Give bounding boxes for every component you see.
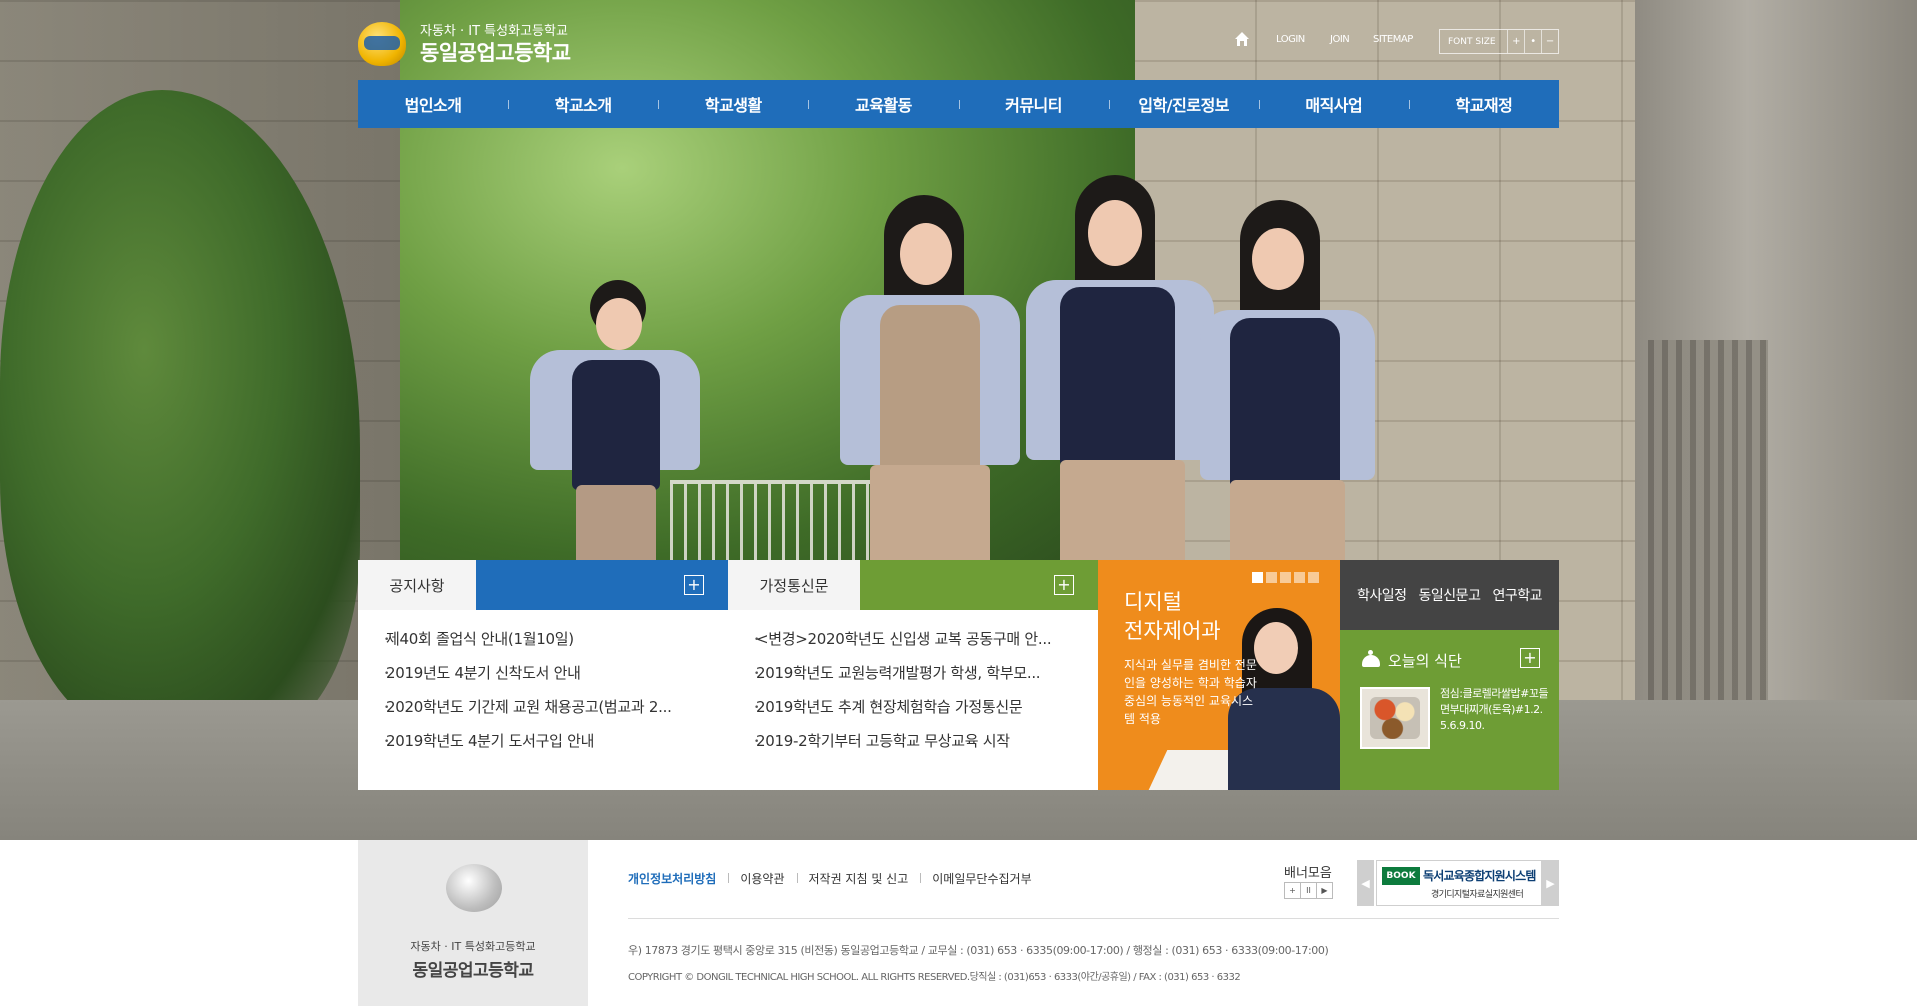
nav-item-school[interactable]: 학교소개 <box>508 80 658 128</box>
footer-divider <box>628 918 1559 919</box>
font-size-label: FONT SIZE <box>1448 36 1496 47</box>
board-list-area: •제40회 졸업식 안내(1월10일) •2019년도 4분기 신착도서 안내 … <box>358 610 1098 790</box>
notice-list: •제40회 졸업식 안내(1월10일) •2019년도 4분기 신착도서 안내 … <box>358 628 698 764</box>
department-promo-banner[interactable]: 디지털 전자제어과 지식과 실무를 겸비한 전문인을 양성하는 학과 학습자 중… <box>1098 560 1340 790</box>
list-item[interactable]: •2019학년도 교원능력개발평가 학생, 학부모... <box>728 662 1068 696</box>
list-item[interactable]: •<변경>2020학년도 신입생 교복 공동구매 안... <box>728 628 1068 662</box>
nav-item-finance[interactable]: 학교재정 <box>1408 80 1559 128</box>
font-size-control: FONT SIZE + • − <box>1439 29 1559 54</box>
quick-tabs: 학사일정 동일신문고 연구학교 <box>1340 560 1559 630</box>
banner-subtitle: 경기디지털자료실지원센터 <box>1431 890 1524 900</box>
footer-emblem-icon <box>446 864 502 912</box>
list-item[interactable]: •제40회 졸업식 안내(1월10일) <box>358 628 698 662</box>
footer-logo-subtitle: 자동차 · IT 특성화고등학교 <box>410 940 536 953</box>
list-item[interactable]: •2019-2학기부터 고등학교 무상교육 시작 <box>728 730 1068 764</box>
meal-box: 오늘의 식단 + 점심:클로렐라쌀밥#꼬들면부대찌개(돈육)#1.2.5.6.9… <box>1340 630 1559 790</box>
email-refusal-link[interactable]: 이메일무단수집거부 <box>920 870 1043 887</box>
meal-photo[interactable] <box>1360 687 1430 749</box>
school-logo[interactable]: 자동차 · IT 특성화고등학교 동일공업고등학교 <box>358 20 598 70</box>
family-letter-list: •<변경>2020학년도 신입생 교복 공동구매 안... •2019학년도 교… <box>728 628 1068 764</box>
terms-link[interactable]: 이용약관 <box>728 870 796 887</box>
nav-item-foundation[interactable]: 법인소개 <box>358 80 508 128</box>
sitemap-link[interactable]: SITEMAP <box>1373 34 1413 45</box>
board-panel: 공지사항 + 가정통신문 + •제40회 졸업식 안내(1월10일) •2019… <box>358 560 1098 790</box>
tab-family-letter-bar: + <box>860 560 1098 610</box>
banner-title: 독서교육종합지원시스템 <box>1423 869 1536 883</box>
tab-notice-bar: + <box>476 560 728 610</box>
meal-title: 오늘의 식단 <box>1388 652 1462 670</box>
slide-indicator[interactable] <box>1252 572 1319 583</box>
school-emblem-icon <box>358 22 406 66</box>
footer: 자동차 · IT 특성화고등학교 동일공업고등학교 개인정보처리방침 이용약관 … <box>0 840 1917 1006</box>
letter-more-button[interactable]: + <box>1054 575 1074 595</box>
promo-description: 지식과 실무를 겸비한 전문인을 양성하는 학과 학습자 중심의 능동적인 교육… <box>1124 658 1257 726</box>
banner-controls: + II ▶ <box>1284 882 1333 899</box>
banner-next-arrow[interactable]: ▶ <box>1542 860 1559 906</box>
nav-item-education[interactable]: 교육활동 <box>808 80 958 128</box>
nav-item-school-life[interactable]: 학교생활 <box>658 80 808 128</box>
home-icon[interactable] <box>1234 31 1250 47</box>
join-link[interactable]: JOIN <box>1330 34 1350 45</box>
footer-address: 우) 17873 경기도 평택시 중앙로 315 (비전동) 동일공업고등학교 … <box>628 944 1329 957</box>
tab-academic-calendar[interactable]: 학사일정 <box>1357 585 1407 605</box>
footer-copyright: COPYRIGHT © DONGIL TECHNICAL HIGH SCHOOL… <box>628 972 1241 983</box>
meal-dish-icon <box>1362 649 1380 667</box>
tab-notice[interactable]: 공지사항 <box>358 560 476 610</box>
nav-item-admission[interactable]: 입학/진로정보 <box>1108 80 1259 128</box>
banner-collection-label: 배너모음 <box>1284 866 1332 881</box>
copyright-policy-link[interactable]: 저작권 지침 및 신고 <box>796 870 921 887</box>
privacy-policy-link[interactable]: 개인정보처리방침 <box>628 870 728 887</box>
reading-system-banner[interactable]: BOOK 독서교육종합지원시스템 경기디지털자료실지원센터 <box>1376 860 1542 906</box>
main-navigation: 법인소개 학교소개 학교생활 교육활동 커뮤니티 입학/진로정보 매직사업 학교… <box>358 80 1559 128</box>
nav-item-community[interactable]: 커뮤니티 <box>958 80 1109 128</box>
login-link[interactable]: LOGIN <box>1276 34 1305 45</box>
meal-menu: 점심:클로렐라쌀밥#꼬들면부대찌개(돈육)#1.2.5.6.9.10. <box>1440 687 1549 732</box>
banner-play-button[interactable]: ▶ <box>1316 882 1333 899</box>
logo-name: 동일공업고등학교 <box>420 41 571 65</box>
notice-more-button[interactable]: + <box>684 575 704 595</box>
banner-pause-button[interactable]: II <box>1300 882 1317 899</box>
list-item[interactable]: •2019학년도 4분기 도서구입 안내 <box>358 730 698 764</box>
meal-more-button[interactable]: + <box>1520 648 1540 668</box>
footer-links: 개인정보처리방침 이용약관 저작권 지침 및 신고 이메일무단수집거부 <box>628 870 1044 887</box>
book-badge: BOOK <box>1382 867 1420 885</box>
font-size-minus-button[interactable]: − <box>1541 30 1558 53</box>
tab-suggestion-box[interactable]: 동일신문고 <box>1419 585 1481 605</box>
banner-prev-arrow[interactable]: ◀ <box>1357 860 1374 906</box>
footer-logo: 자동차 · IT 특성화고등학교 동일공업고등학교 <box>358 840 588 1006</box>
banner-plus-button[interactable]: + <box>1284 882 1301 899</box>
font-size-plus-button[interactable]: + <box>1507 30 1524 53</box>
tab-research-school[interactable]: 연구학교 <box>1492 585 1542 605</box>
font-size-reset-button[interactable]: • <box>1524 30 1541 53</box>
list-item[interactable]: •2019년도 4분기 신착도서 안내 <box>358 662 698 696</box>
tab-family-letter[interactable]: 가정통신문 <box>728 560 860 610</box>
quick-panel: 학사일정 동일신문고 연구학교 오늘의 식단 + 점심:클로렐라쌀밥#꼬들면부대… <box>1340 560 1559 790</box>
nav-item-magic[interactable]: 매직사업 <box>1258 80 1409 128</box>
gate <box>1648 340 1768 710</box>
list-item[interactable]: •2019학년도 추계 현장체험학습 가정통신문 <box>728 696 1068 730</box>
meal-header: 오늘의 식단 <box>1362 649 1462 671</box>
promo-title: 디지털 전자제어과 <box>1124 590 1221 643</box>
footer-logo-name: 동일공업고등학교 <box>412 961 534 981</box>
list-item[interactable]: •2020학년도 기간제 교원 채용공고(범교과 2... <box>358 696 698 730</box>
